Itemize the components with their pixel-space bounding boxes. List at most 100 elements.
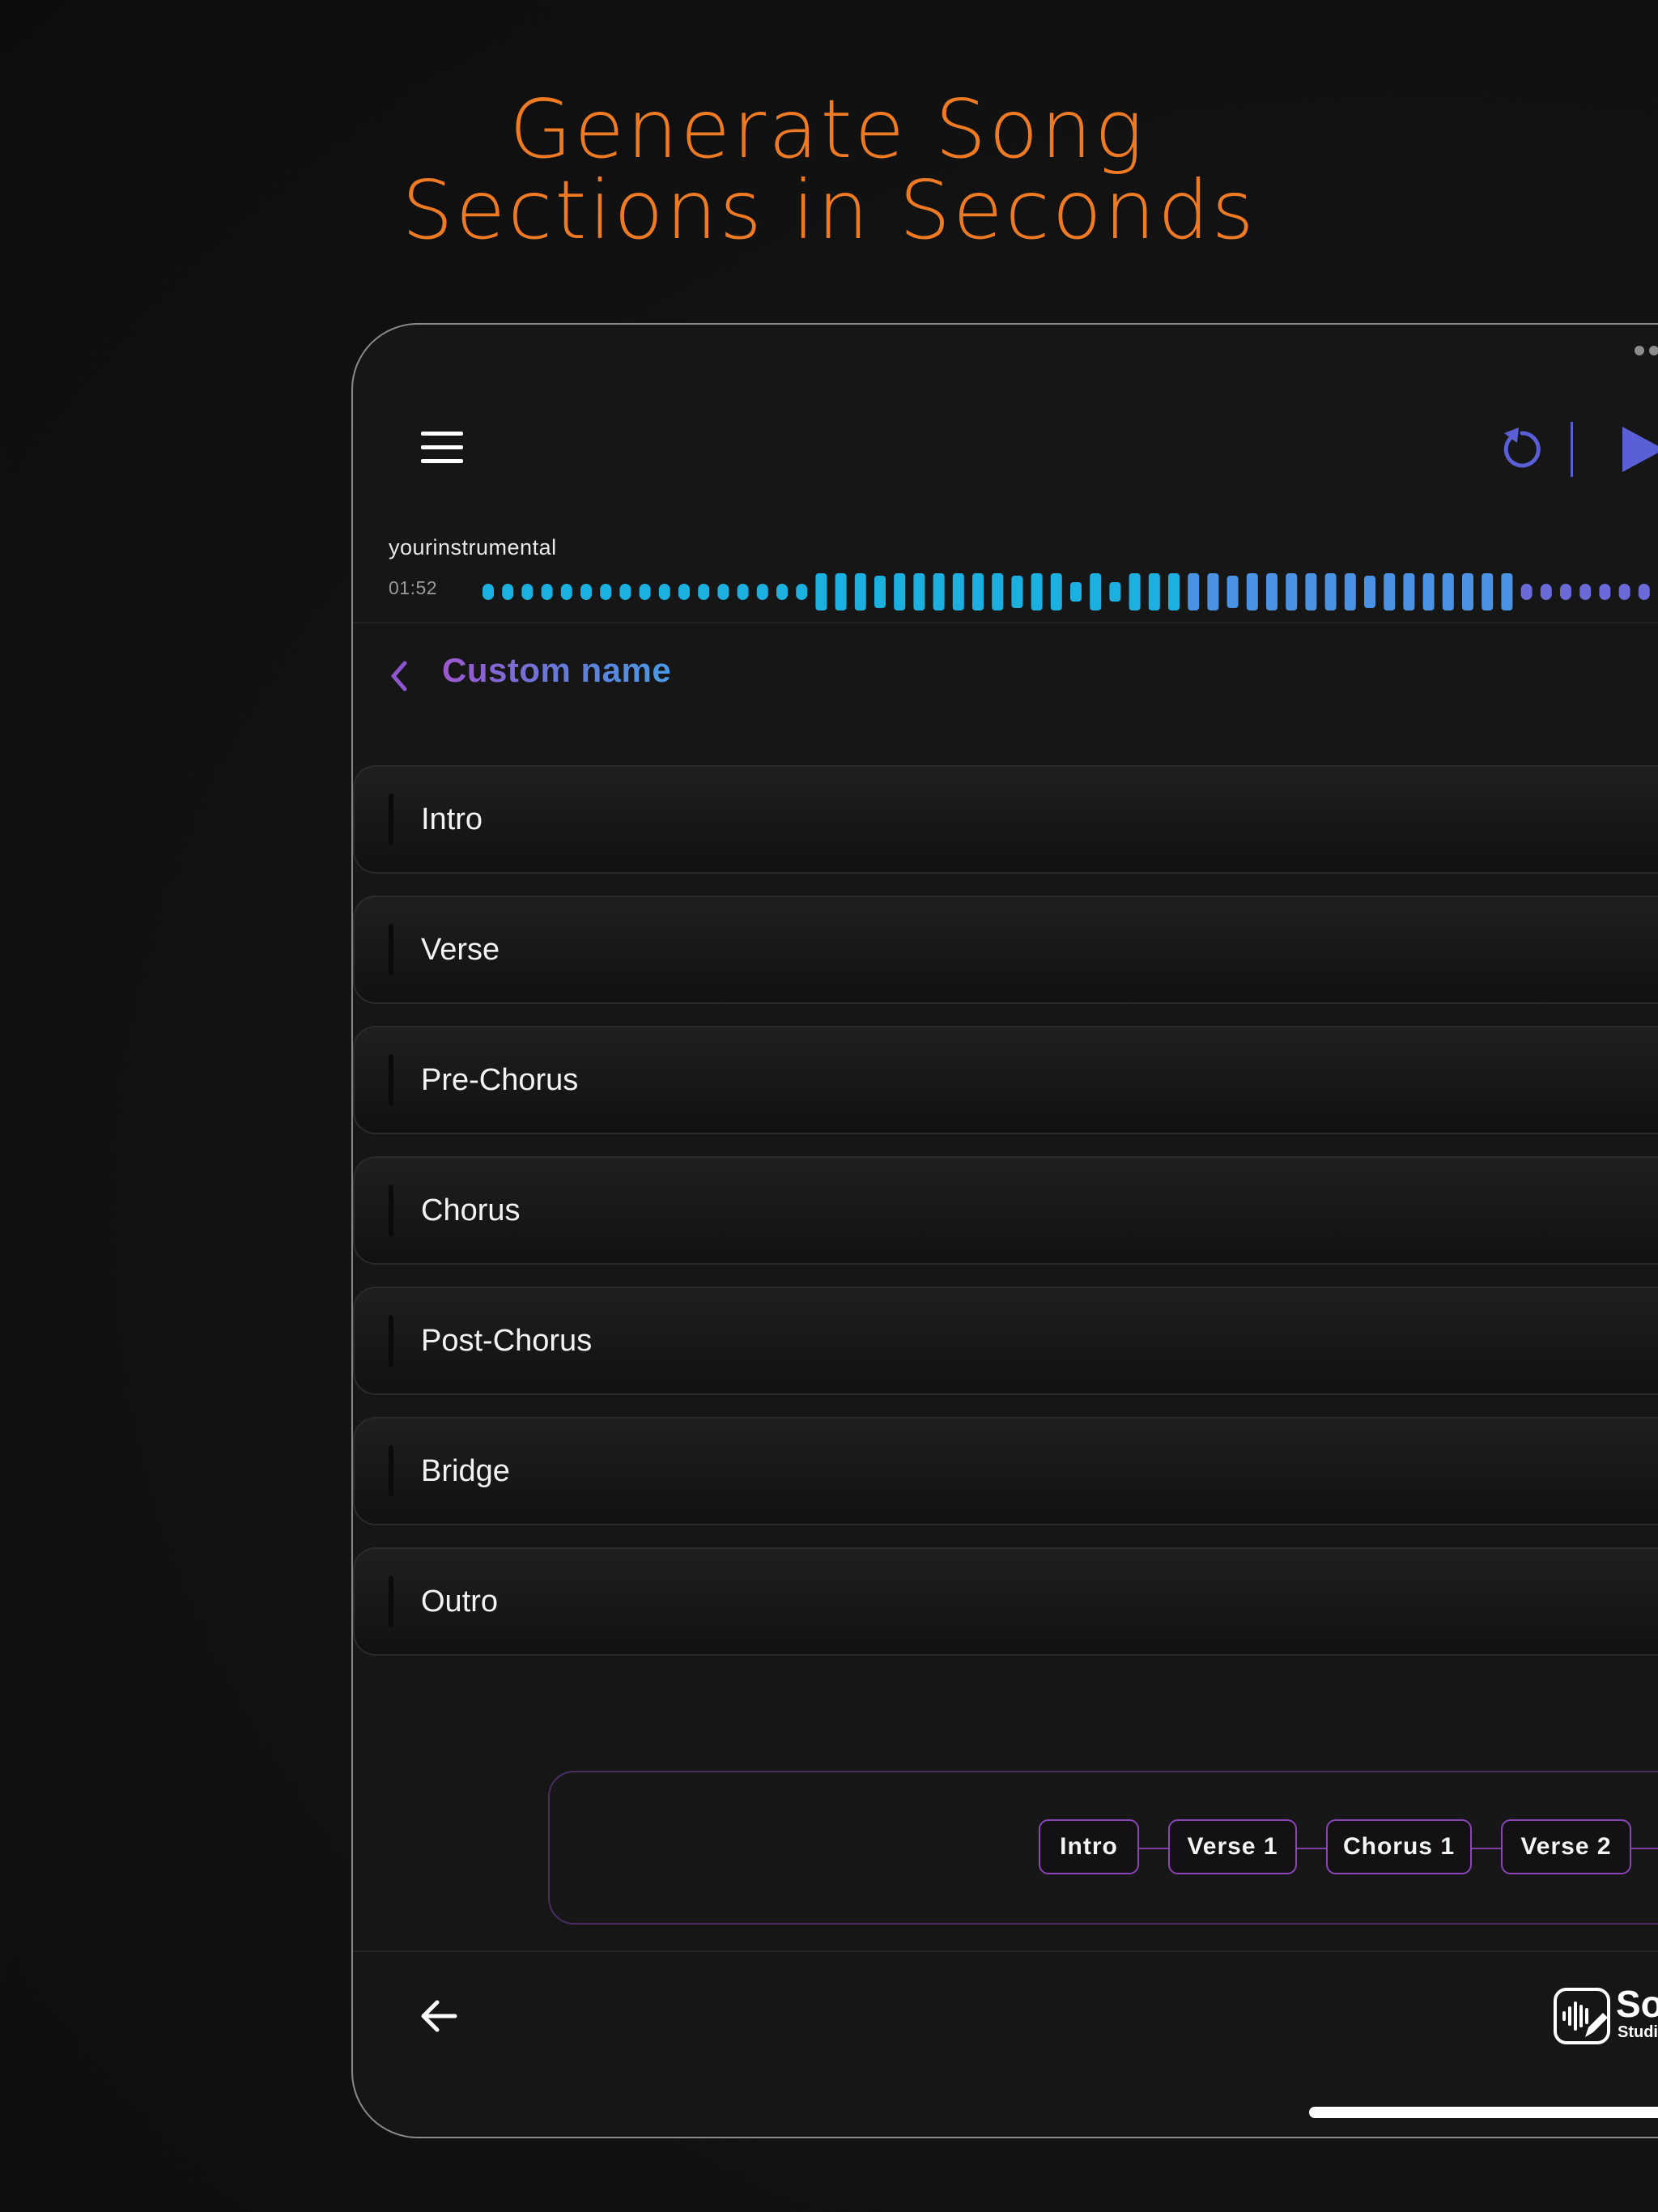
section-label: Chorus [421, 1193, 521, 1227]
waveform-bar [1305, 573, 1317, 610]
chevron-left-icon[interactable] [384, 657, 414, 696]
arrow-left-icon[interactable] [419, 1997, 458, 2035]
waveform-bar [1540, 584, 1552, 600]
waveform-bar [894, 573, 906, 610]
waveform-bar [1403, 573, 1415, 610]
reset-icon[interactable] [1491, 420, 1548, 477]
row-accent [389, 793, 393, 845]
structure-chip-verse-1[interactable]: Verse 1 [1168, 1819, 1297, 1874]
waveform-bar [521, 584, 534, 600]
waveform-bar [502, 584, 514, 600]
section-row-pre-chorus[interactable]: Pre-Chorus [353, 1026, 1658, 1134]
waveform-bar [913, 573, 925, 610]
waveform-bar [1560, 584, 1571, 600]
waveform-bar [1579, 584, 1592, 600]
waveform[interactable] [478, 569, 1658, 615]
waveform-bar [992, 573, 1004, 610]
waveform-bar [1344, 573, 1356, 610]
waveform-bar [1384, 573, 1396, 610]
track-name: yourinstrumental [389, 535, 557, 559]
song-structure-panel: Intro Verse 1 Chorus 1 Verse 2 [548, 1771, 1658, 1925]
section-label: Intro [421, 802, 483, 836]
waveform-bar [1031, 573, 1043, 610]
structure-connector [1472, 1848, 1501, 1849]
waveform-bar [854, 573, 866, 610]
waveform-bar [483, 584, 494, 600]
section-row-intro[interactable]: Intro [353, 765, 1658, 874]
waveform-bar [1618, 584, 1630, 600]
structure-connector [1631, 1848, 1658, 1849]
waveform-bar [1324, 573, 1337, 610]
waveform-bar [1090, 573, 1102, 610]
waveform-bar [1168, 573, 1180, 610]
row-accent [389, 1576, 393, 1627]
hamburger-menu-icon[interactable] [421, 432, 463, 464]
waveform-bar [1422, 573, 1435, 610]
waveform-bar [815, 573, 827, 610]
waveform-bar [952, 573, 964, 610]
structure-chip-verse-2[interactable]: Verse 2 [1501, 1819, 1631, 1874]
waveform-bar [1520, 584, 1533, 600]
waveform-bar [1501, 573, 1513, 610]
waveform-bar [1364, 576, 1375, 608]
play-icon[interactable] [1619, 423, 1658, 475]
waveform-bar [580, 584, 592, 600]
section-label: Pre-Chorus [421, 1063, 579, 1097]
waveform-bar [1070, 582, 1082, 602]
section-label: Verse [421, 933, 500, 967]
waveform-bar [658, 584, 670, 600]
waveform-bar [1442, 573, 1454, 610]
waveform-bar [1286, 573, 1298, 610]
row-accent [389, 1315, 393, 1367]
section-label: Bridge [421, 1454, 510, 1488]
waveform-bar [1109, 582, 1121, 602]
waveform-bar [678, 584, 690, 600]
footer-divider [353, 1950, 1658, 1952]
headline-line-1: Generate Song [509, 82, 1146, 177]
waveform-bar [1129, 573, 1141, 610]
app-logo-text: So [1616, 1983, 1658, 2025]
waveform-bar [698, 584, 710, 600]
headline: Generate Song Sections in Seconds [0, 89, 1658, 251]
toolbar-divider [1571, 422, 1573, 477]
tablet-frame: yourinstrumental 01:52 Custom name Intro… [351, 323, 1658, 2138]
app-logo-icon [1554, 1988, 1610, 2044]
row-accent [389, 1445, 393, 1497]
section-row-post-chorus[interactable]: Post-Chorus [353, 1287, 1658, 1395]
header-divider [353, 622, 1658, 623]
waveform-bar [737, 584, 749, 600]
waveform-bar [972, 573, 984, 610]
waveform-bar [1050, 573, 1062, 610]
row-accent [389, 1054, 393, 1106]
headline-line-2: Sections in Seconds [402, 163, 1256, 257]
section-label: Outro [421, 1585, 499, 1619]
waveform-bar [1188, 573, 1200, 610]
waveform-bar [1482, 573, 1494, 610]
section-row-verse[interactable]: Verse [353, 895, 1658, 1004]
section-row-chorus[interactable]: Chorus [353, 1156, 1658, 1265]
waveform-bar [1246, 573, 1258, 610]
waveform-bar [1207, 573, 1219, 610]
multitasking-dots-icon[interactable] [1635, 345, 1658, 359]
section-label: Post-Chorus [421, 1324, 593, 1358]
section-row-bridge[interactable]: Bridge [353, 1417, 1658, 1525]
waveform-bar [600, 584, 612, 600]
waveform-bar [1462, 573, 1473, 610]
waveform-bar [756, 584, 768, 600]
waveform-bar [619, 584, 631, 600]
waveform-bar [1638, 584, 1650, 600]
waveform-bar [1226, 576, 1239, 608]
waveform-bar [1599, 584, 1611, 600]
track-time: 01:52 [389, 577, 438, 598]
waveform-bar [1266, 573, 1278, 610]
waveform-bar [835, 573, 847, 610]
structure-chip-intro[interactable]: Intro [1039, 1819, 1139, 1874]
waveform-bar [639, 584, 651, 600]
waveform-bar [1011, 576, 1023, 608]
page-title: Custom name [442, 651, 672, 689]
structure-chip-chorus-1[interactable]: Chorus 1 [1326, 1819, 1472, 1874]
home-indicator[interactable] [1309, 2107, 1658, 2118]
structure-connector [1139, 1848, 1168, 1849]
waveform-bar [541, 584, 553, 600]
section-row-outro[interactable]: Outro [353, 1547, 1658, 1656]
